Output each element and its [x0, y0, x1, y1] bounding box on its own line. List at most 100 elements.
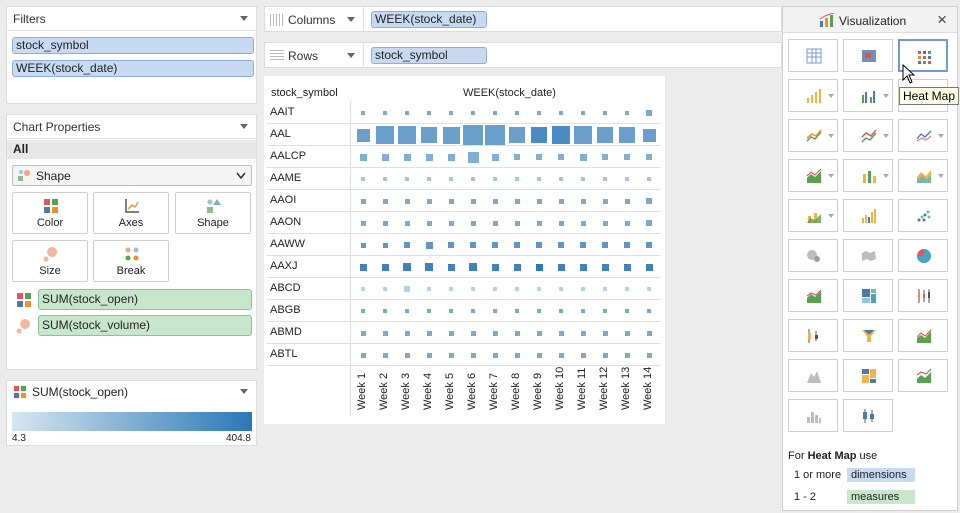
heatmap-cell[interactable]: [359, 153, 367, 161]
heatmap-cell[interactable]: [557, 263, 565, 271]
heatmap-cell[interactable]: [376, 126, 394, 144]
chevron-down-icon[interactable]: [347, 53, 355, 58]
mountain-button[interactable]: [788, 359, 838, 392]
heatmap-cell[interactable]: [515, 177, 519, 181]
heatmap-cell[interactable]: [448, 242, 454, 248]
heatmap-cell[interactable]: [426, 198, 432, 204]
heatmap-cell[interactable]: [463, 125, 483, 145]
heatmap-cell[interactable]: [493, 177, 497, 181]
heatmap-cell[interactable]: [449, 111, 453, 115]
heatmap-cell[interactable]: [492, 330, 498, 336]
heatmap-cell[interactable]: [513, 263, 521, 271]
heatmap-cell[interactable]: [361, 309, 365, 313]
heatmap-cell[interactable]: [514, 220, 520, 226]
funnel-button[interactable]: [843, 319, 893, 352]
heatmap-cell[interactable]: [624, 330, 630, 336]
filter-pill-week-stock-date[interactable]: WEEK(stock_date): [12, 60, 254, 77]
heatmap-cell[interactable]: [471, 309, 475, 313]
heatmap-cell[interactable]: [625, 309, 629, 313]
heatmap-cell[interactable]: [427, 287, 431, 291]
mark-type-select[interactable]: Shape: [12, 165, 252, 186]
heatmap-cell[interactable]: [536, 154, 542, 160]
heatmap-cell[interactable]: [602, 198, 608, 204]
heatmap-cell[interactable]: [581, 287, 585, 291]
heatmap-cell[interactable]: [404, 286, 410, 292]
heatmap-cell[interactable]: [597, 127, 613, 143]
heatmap-cell[interactable]: [470, 352, 476, 358]
dual-line-button[interactable]: [843, 119, 893, 152]
heatmap-cell[interactable]: [602, 242, 608, 248]
heatmap-cell[interactable]: [509, 127, 525, 143]
heatmap-cell[interactable]: [603, 111, 607, 115]
heatmap-cell[interactable]: [382, 352, 388, 358]
box-plot-button[interactable]: [898, 279, 948, 312]
heatmap-cell[interactable]: [646, 154, 652, 160]
gantt-button[interactable]: [788, 319, 838, 352]
heatmap-cell[interactable]: [381, 153, 389, 161]
heatmap-cell[interactable]: [580, 220, 586, 226]
heatmap-cell[interactable]: [359, 263, 367, 271]
heatmap-cell[interactable]: [382, 242, 388, 248]
heatmap-cell[interactable]: [625, 287, 629, 291]
heatmap-cell[interactable]: [559, 111, 563, 115]
heatmap-cell[interactable]: [514, 154, 520, 160]
chevron-down-icon[interactable]: [938, 174, 944, 178]
heatmap-cell[interactable]: [469, 263, 477, 271]
heatmap-cell[interactable]: [361, 111, 365, 115]
heatmap-cell[interactable]: [427, 177, 431, 181]
heatmap-cell[interactable]: [514, 352, 520, 358]
heatmap-cell[interactable]: [531, 127, 547, 143]
shape-button[interactable]: Shape: [175, 192, 251, 234]
chevron-down-icon[interactable]: [828, 134, 834, 138]
heatmap-cell[interactable]: [360, 220, 366, 226]
heatmap-cell[interactable]: [580, 352, 586, 358]
area-overlay-button[interactable]: [898, 159, 948, 192]
color-encoding-pill[interactable]: SUM(stock_open): [38, 289, 252, 310]
heatmap-cell[interactable]: [383, 111, 387, 115]
heatmap-cell[interactable]: [536, 352, 542, 358]
heatmap-cell[interactable]: [579, 153, 587, 161]
columns-pill-week-stock-date[interactable]: WEEK(stock_date): [371, 11, 487, 28]
heatmap-cell[interactable]: [642, 128, 656, 142]
heatmap-cell[interactable]: [603, 177, 607, 181]
chevron-down-icon[interactable]: [883, 174, 889, 178]
map-button[interactable]: [843, 239, 893, 272]
dual-axis-area-button[interactable]: [898, 359, 948, 392]
heatmap-cell[interactable]: [404, 220, 410, 226]
heatmap-cell[interactable]: [647, 177, 651, 181]
heatmap-cell[interactable]: [491, 153, 499, 161]
table-button[interactable]: [788, 39, 838, 72]
heatmap-cell[interactable]: [492, 220, 498, 226]
heatmap-cell[interactable]: [558, 198, 564, 204]
heatmap-cell[interactable]: [425, 263, 433, 271]
heatmap-cell[interactable]: [426, 352, 432, 358]
heatmap-cell[interactable]: [383, 177, 387, 181]
heatmap-cell[interactable]: [382, 220, 388, 226]
heatmap-cell[interactable]: [485, 125, 505, 145]
chevron-down-icon[interactable]: [240, 124, 248, 129]
heatmap-cell[interactable]: [493, 287, 497, 291]
heatmap-cell[interactable]: [580, 242, 586, 248]
heatmap-cell[interactable]: [442, 126, 460, 144]
chevron-down-icon[interactable]: [347, 17, 355, 22]
column-histogram-button[interactable]: [788, 399, 838, 432]
heatmap-cell[interactable]: [360, 242, 366, 248]
size-encoding-pill[interactable]: SUM(stock_volume): [38, 315, 252, 336]
heatmap-cell[interactable]: [619, 127, 635, 143]
heatmap-cell[interactable]: [404, 198, 410, 204]
heatmap-cell[interactable]: [381, 263, 389, 271]
heatmap-cell[interactable]: [448, 352, 454, 358]
heatmap-cell[interactable]: [448, 330, 454, 336]
heatmap-cell[interactable]: [515, 111, 519, 115]
heatmap-cell[interactable]: [382, 198, 388, 204]
heatmap-cell[interactable]: [404, 242, 410, 248]
break-button[interactable]: Break: [93, 240, 169, 282]
heatmap-cell[interactable]: [383, 287, 387, 291]
heatmap-cell[interactable]: [624, 198, 630, 204]
heatmap-cell[interactable]: [646, 330, 652, 336]
chevron-down-icon[interactable]: [240, 16, 248, 21]
heatmap-cell[interactable]: [602, 330, 608, 336]
heatmap-cell[interactable]: [383, 309, 387, 313]
heatmap-cell[interactable]: [421, 127, 437, 143]
heatmap-cell[interactable]: [425, 153, 433, 161]
